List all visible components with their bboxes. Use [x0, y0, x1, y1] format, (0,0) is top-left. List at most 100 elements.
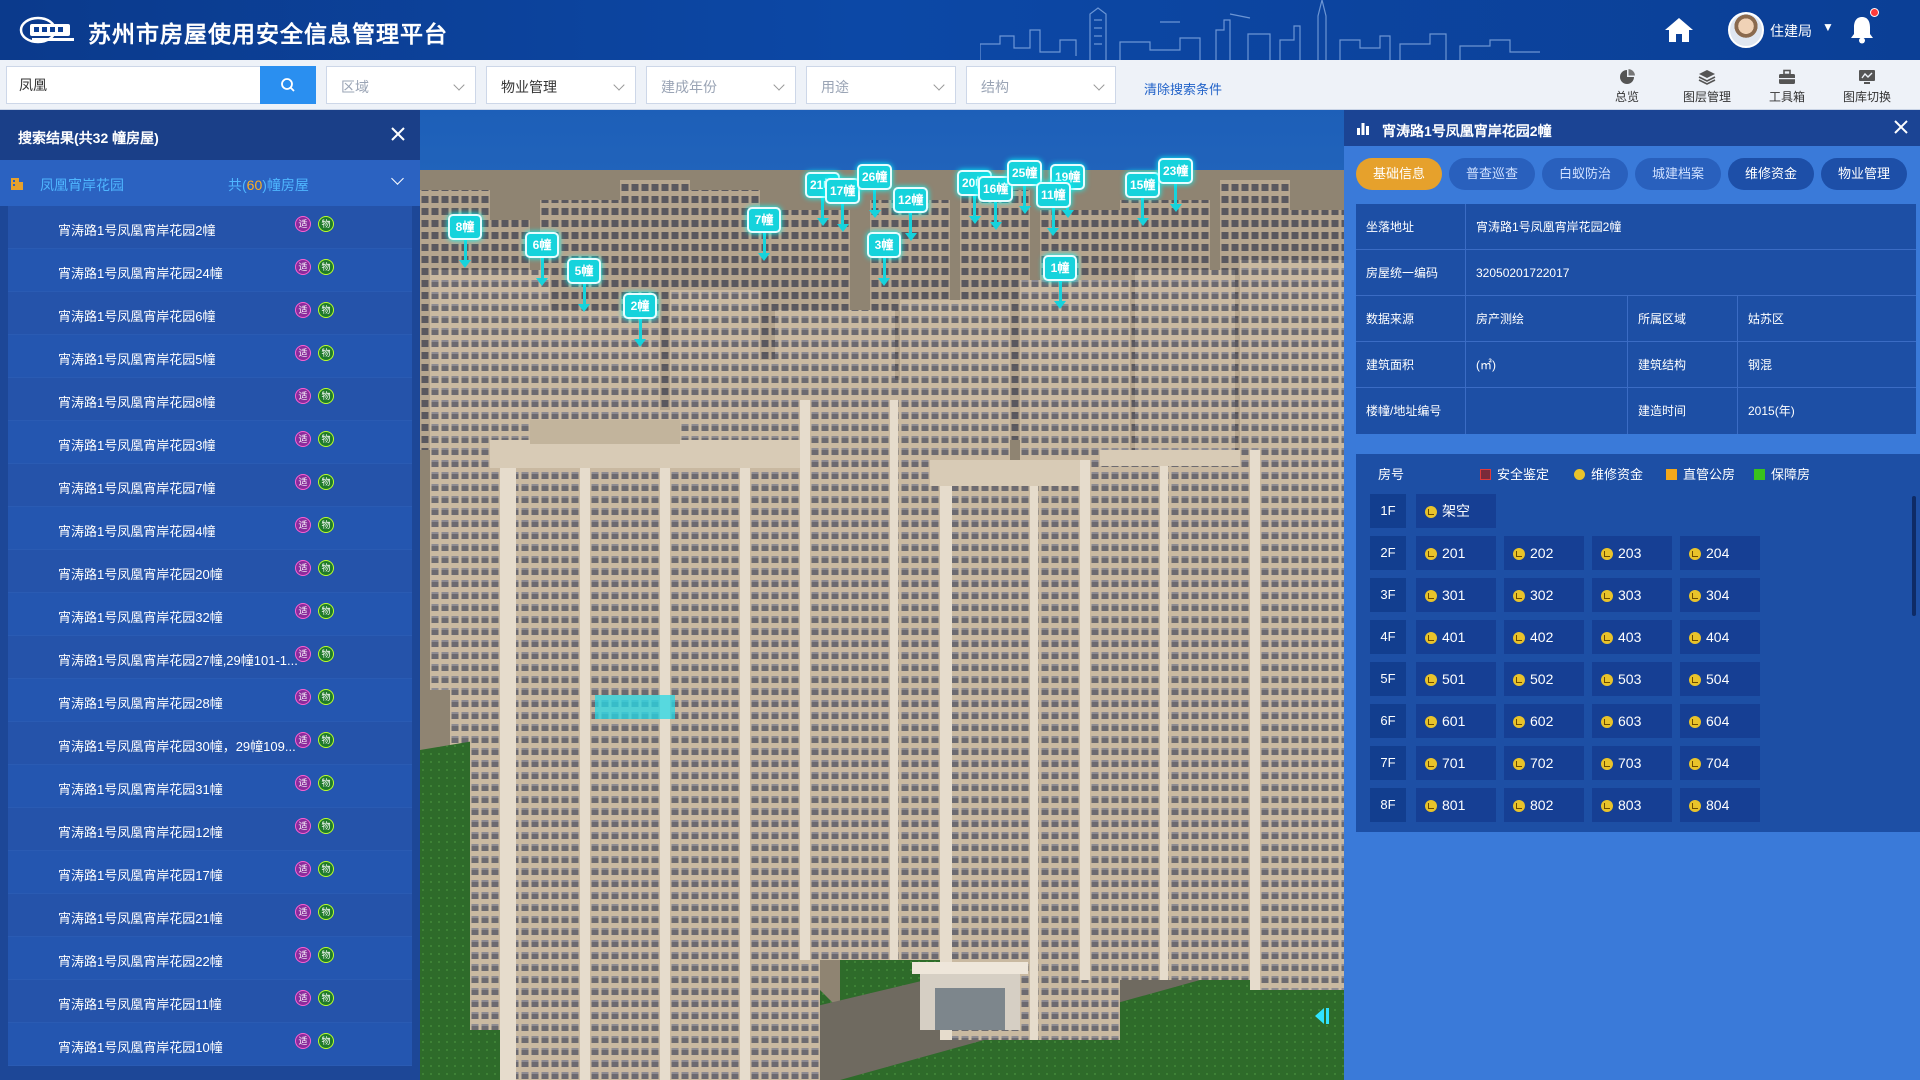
appraisal-badge[interactable]: 适 — [295, 732, 311, 748]
property-badge[interactable]: 物 — [318, 990, 334, 1006]
appraisal-badge[interactable]: 适 — [295, 517, 311, 533]
room-cell[interactable]: 602 — [1504, 704, 1584, 738]
room-cell[interactable]: 503 — [1592, 662, 1672, 696]
clear-search-link[interactable]: 清除搜索条件 — [1144, 79, 1222, 98]
building-list-item[interactable]: 宵涛路1号凤凰宵岸花园6幢 适物 — [8, 292, 412, 335]
building-list-item[interactable]: 宵涛路1号凤凰宵岸花园24幢 适物 — [8, 249, 412, 292]
building-list-item[interactable]: 宵涛路1号凤凰宵岸花园11幢 适物 — [8, 980, 412, 1023]
tab-inspection[interactable]: 普查巡查 — [1449, 158, 1535, 190]
tab-property-management[interactable]: 物业管理 — [1821, 158, 1907, 190]
property-badge[interactable]: 物 — [318, 388, 334, 404]
building-list-item[interactable]: 宵涛路1号凤凰宵岸花园3幢 适物 — [8, 421, 412, 464]
building-list-item[interactable]: 宵涛路1号凤凰宵岸花园7幢 适物 — [8, 464, 412, 507]
appraisal-badge[interactable]: 适 — [295, 1033, 311, 1049]
appraisal-badge[interactable]: 适 — [295, 302, 311, 318]
property-badge[interactable]: 物 — [318, 732, 334, 748]
room-cell[interactable]: 701 — [1416, 746, 1496, 780]
room-cell[interactable]: 802 — [1504, 788, 1584, 822]
appraisal-badge[interactable]: 适 — [295, 775, 311, 791]
appraisal-badge[interactable]: 适 — [295, 861, 311, 877]
room-cell[interactable]: 803 — [1592, 788, 1672, 822]
appraisal-badge[interactable]: 适 — [295, 216, 311, 232]
building-list-item[interactable]: 宵涛路1号凤凰宵岸花园21幢 适物 — [8, 894, 412, 937]
room-cell[interactable]: 501 — [1416, 662, 1496, 696]
property-badge[interactable]: 物 — [318, 603, 334, 619]
appraisal-badge[interactable]: 适 — [295, 560, 311, 576]
room-cell[interactable]: 603 — [1592, 704, 1672, 738]
property-badge[interactable]: 物 — [318, 216, 334, 232]
building-marker[interactable]: 11幢 — [1036, 182, 1071, 236]
building-marker[interactable]: 1幢 — [1043, 255, 1077, 309]
property-badge[interactable]: 物 — [318, 302, 334, 318]
tab-maintenance-fund[interactable]: 维修资金 — [1728, 158, 1814, 190]
user-avatar[interactable] — [1728, 12, 1764, 48]
year-select[interactable]: 建成年份 — [646, 66, 796, 104]
property-badge[interactable]: 物 — [318, 259, 334, 275]
room-cell[interactable]: 804 — [1680, 788, 1760, 822]
property-badge[interactable]: 物 — [318, 560, 334, 576]
building-list-item[interactable]: 宵涛路1号凤凰宵岸花园17幢 适物 — [8, 851, 412, 894]
tab-basic-info[interactable]: 基础信息 — [1356, 158, 1442, 190]
building-marker[interactable]: 12幢 — [893, 187, 929, 241]
appraisal-badge[interactable]: 适 — [295, 603, 311, 619]
building-list-item[interactable]: 宵涛路1号凤凰宵岸花园5幢 适物 — [8, 335, 412, 378]
building-marker[interactable]: 6幢 — [525, 232, 559, 286]
appraisal-badge[interactable]: 适 — [295, 689, 311, 705]
property-badge[interactable]: 物 — [318, 474, 334, 490]
property-badge[interactable]: 物 — [318, 818, 334, 834]
toolbar-basemap-button[interactable]: 图库切换 — [1832, 68, 1902, 105]
toolbar-toolbox-button[interactable]: 工具箱 — [1752, 68, 1822, 105]
appraisal-badge[interactable]: 适 — [295, 474, 311, 490]
building-marker[interactable]: 7幢 — [747, 207, 781, 261]
room-grid-scrollbar[interactable] — [1912, 496, 1916, 616]
room-cell[interactable]: 架空 — [1416, 494, 1496, 528]
room-cell[interactable]: 704 — [1680, 746, 1760, 780]
property-badge[interactable]: 物 — [318, 775, 334, 791]
search-input[interactable] — [6, 66, 260, 104]
property-badge[interactable]: 物 — [318, 345, 334, 361]
building-marker[interactable]: 2幢 — [623, 293, 657, 347]
tab-urban-archives[interactable]: 城建档案 — [1635, 158, 1721, 190]
room-cell[interactable]: 203 — [1592, 536, 1672, 570]
building-list-item[interactable]: 宵涛路1号凤凰宵岸花园2幢 适物 — [8, 206, 412, 249]
expand-panel-arrow-icon[interactable] — [1310, 1005, 1332, 1027]
structure-select[interactable]: 结构 — [966, 66, 1116, 104]
usage-select[interactable]: 用途 — [806, 66, 956, 104]
bell-icon[interactable] — [1848, 14, 1876, 44]
chevron-down-icon[interactable]: ▼ — [1822, 20, 1834, 34]
close-icon[interactable] — [1890, 116, 1912, 138]
building-list-item[interactable]: 宵涛路1号凤凰宵岸花园27幢,29幢101-1... 适物 — [8, 636, 412, 679]
building-list-item[interactable]: 宵涛路1号凤凰宵岸花园22幢 适物 — [8, 937, 412, 980]
building-marker[interactable]: 15幢 — [1125, 172, 1161, 226]
building-list-item[interactable]: 宵涛路1号凤凰宵岸花园32幢 适物 — [8, 593, 412, 636]
tab-termite-control[interactable]: 白蚁防治 — [1542, 158, 1628, 190]
close-icon[interactable] — [386, 122, 410, 146]
search-button[interactable] — [260, 66, 316, 104]
appraisal-badge[interactable]: 适 — [295, 947, 311, 963]
room-cell[interactable]: 403 — [1592, 620, 1672, 654]
room-cell[interactable]: 202 — [1504, 536, 1584, 570]
appraisal-badge[interactable]: 适 — [295, 818, 311, 834]
property-select[interactable]: 物业管理 — [486, 66, 636, 104]
appraisal-badge[interactable]: 适 — [295, 431, 311, 447]
area-select[interactable]: 区域 — [326, 66, 476, 104]
property-badge[interactable]: 物 — [318, 861, 334, 877]
room-cell[interactable]: 302 — [1504, 578, 1584, 612]
room-cell[interactable]: 301 — [1416, 578, 1496, 612]
room-cell[interactable]: 604 — [1680, 704, 1760, 738]
property-badge[interactable]: 物 — [318, 947, 334, 963]
3d-map-view[interactable]: 8幢 6幢 5幢 2幢 21幢 17幢 7幢 26幢 3幢 12幢 20幢 16幢 25幢 19幢 11幢 1… — [420, 110, 1344, 1080]
room-cell[interactable]: 304 — [1680, 578, 1760, 612]
property-badge[interactable]: 物 — [318, 646, 334, 662]
user-name[interactable]: 住建局 — [1770, 21, 1812, 41]
property-badge[interactable]: 物 — [318, 517, 334, 533]
room-cell[interactable]: 504 — [1680, 662, 1760, 696]
room-cell[interactable]: 801 — [1416, 788, 1496, 822]
appraisal-badge[interactable]: 适 — [295, 388, 311, 404]
building-marker[interactable]: 23幢 — [1158, 158, 1194, 212]
property-badge[interactable]: 物 — [318, 431, 334, 447]
building-list-item[interactable]: 宵涛路1号凤凰宵岸花园28幢 适物 — [8, 679, 412, 722]
appraisal-badge[interactable]: 适 — [295, 904, 311, 920]
room-cell[interactable]: 204 — [1680, 536, 1760, 570]
building-list-item[interactable]: 宵涛路1号凤凰宵岸花园10幢 适物 — [8, 1023, 412, 1066]
